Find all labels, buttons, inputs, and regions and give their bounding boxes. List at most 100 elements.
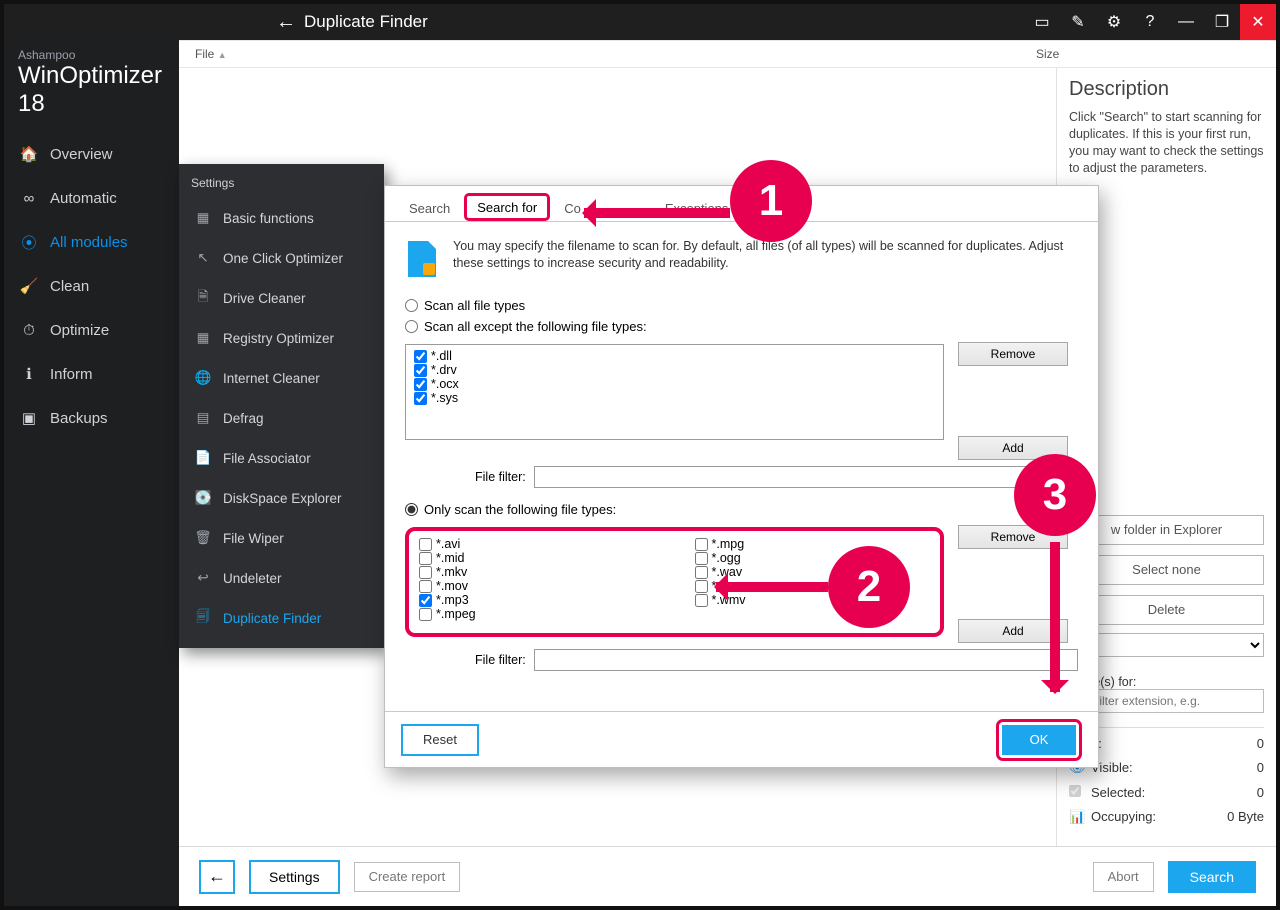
tab-search-for[interactable]: Search for: [464, 193, 550, 221]
bottom-back-button[interactable]: ←: [199, 860, 235, 894]
bottom-abort-button[interactable]: Abort: [1093, 862, 1154, 892]
only-filter-input[interactable]: [534, 649, 1078, 671]
back-arrow[interactable]: ←: [268, 11, 304, 34]
stat-visible-label: Visible:: [1091, 760, 1251, 775]
modules-icon: ⦿: [20, 233, 38, 251]
sidebar-item-all-modules[interactable]: ⦿ All modules: [4, 220, 179, 264]
annotation-bubble-3: 3: [1014, 454, 1096, 536]
drive-icon: 🗎: [193, 288, 213, 308]
sidebar-label: Automatic: [50, 190, 117, 207]
clean-icon: 🧹: [20, 277, 38, 295]
sidebar: Ashampoo WinOptimizer 18 🏠 Overview ∞ Auto…: [4, 40, 179, 906]
help-icon[interactable]: ?: [1132, 4, 1168, 40]
sidebar-item-inform[interactable]: ℹ Inform: [4, 352, 179, 396]
except-list[interactable]: *.dll *.drv *.ocx *.sys: [405, 344, 944, 440]
bottom-search-button[interactable]: Search: [1168, 861, 1256, 893]
notes-icon[interactable]: ✎: [1060, 4, 1096, 40]
sidebar-item-optimize[interactable]: ⏱Optimize: [4, 308, 179, 352]
disk-icon: 💽: [193, 488, 213, 508]
stat-selected-icon: [1069, 785, 1085, 800]
sidebar-label: Optimize: [50, 322, 109, 339]
module-label: One Click Optimizer: [223, 251, 343, 266]
sidebar-item-clean[interactable]: 🧹Clean: [4, 264, 179, 308]
bottom-toolbar: ← Settings Create report Abort Search: [179, 846, 1276, 906]
module-label: Drive Cleaner: [223, 291, 306, 306]
dialog-reset-button[interactable]: Reset: [401, 724, 479, 756]
brand: Ashampoo WinOptimizer 18: [4, 40, 179, 132]
sidebar-label: All modules: [50, 234, 128, 251]
module-label: Duplicate Finder: [223, 611, 321, 626]
minimize-button[interactable]: —: [1168, 4, 1204, 40]
radio-scan-only[interactable]: Only scan the following file types:: [405, 502, 1078, 517]
stat-visible-value: 0: [1257, 760, 1264, 775]
module-drive-cleaner[interactable]: 🗎 Drive Cleaner: [179, 278, 384, 318]
radio-scan-except[interactable]: Scan all except the following file types…: [405, 319, 1078, 334]
radio-scan-all[interactable]: Scan all file types: [405, 298, 1078, 313]
file-assoc-icon: 📄: [193, 448, 213, 468]
window-title: Duplicate Finder: [304, 12, 1024, 32]
cursor-icon: ↖: [193, 248, 213, 268]
sidebar-label: Overview: [50, 146, 113, 163]
annotation-bubble-2: 2: [828, 546, 910, 628]
duplicate-icon: 🗐: [193, 608, 213, 628]
inform-icon: ℹ: [20, 365, 38, 383]
annotation-arrow-2: [716, 582, 828, 592]
dialog-info-text: You may specify the filename to scan for…: [453, 238, 1078, 280]
sidebar-item-overview[interactable]: 🏠 Overview: [4, 132, 179, 176]
list-header: File ▲ Size: [179, 40, 1276, 68]
stat-selected-label: Selected:: [1091, 785, 1251, 800]
stat-d-value: 0: [1257, 736, 1264, 751]
module-one-click-optimizer[interactable]: ↖ One Click Optimizer: [179, 238, 384, 278]
module-label: Registry Optimizer: [223, 331, 334, 346]
settings-gear-icon[interactable]: ⚙: [1096, 4, 1132, 40]
dialog-ok-button[interactable]: OK: [1002, 725, 1076, 755]
module-basic-functions[interactable]: ▦Basic functions: [179, 198, 384, 238]
sidebar-label: Inform: [50, 366, 93, 383]
module-file-associator[interactable]: 📄 File Associator: [179, 438, 384, 478]
ok-highlight: OK: [996, 719, 1082, 761]
module-registry-optimizer[interactable]: ▦Registry Optimizer: [179, 318, 384, 358]
bottom-create-report-button[interactable]: Create report: [354, 862, 461, 892]
module-file-wiper[interactable]: 🗑 File Wiper: [179, 518, 384, 558]
defrag-icon: ▤: [193, 408, 213, 428]
feedback-icon[interactable]: ▭: [1024, 4, 1060, 40]
brand-big: WinOptimizer 18: [18, 62, 165, 118]
description-text: Click "Search" to start scanning for dup…: [1069, 109, 1264, 177]
annotation-arrow-1: [584, 208, 730, 218]
sidebar-item-automatic[interactable]: ∞ Automatic: [4, 176, 179, 220]
bottom-settings-button[interactable]: Settings: [249, 860, 340, 894]
stat-selected-value: 0: [1257, 785, 1264, 800]
backups-icon: ▣: [20, 409, 38, 427]
module-label: DiskSpace Explorer: [223, 491, 342, 506]
module-diskspace-explorer[interactable]: 💽 DiskSpace Explorer: [179, 478, 384, 518]
description-title: Description: [1069, 78, 1264, 101]
stat-occupying-label: Occupying:: [1091, 809, 1221, 824]
module-label: File Associator: [223, 451, 311, 466]
grid-icon: ▦: [193, 208, 213, 228]
close-button[interactable]: ✕: [1240, 4, 1276, 40]
module-label: Defrag: [223, 411, 264, 426]
undelete-icon: ↩: [193, 568, 213, 588]
module-label: File Wiper: [223, 531, 284, 546]
automatic-icon: ∞: [20, 189, 38, 207]
module-undeleter[interactable]: ↩ Undeleter: [179, 558, 384, 598]
maximize-button[interactable]: ❐: [1204, 4, 1240, 40]
module-defrag[interactable]: ▤ Defrag: [179, 398, 384, 438]
except-remove-button[interactable]: Remove: [958, 342, 1068, 366]
column-file[interactable]: File ▲: [195, 47, 1036, 61]
module-internet-cleaner[interactable]: 🌐Internet Cleaner: [179, 358, 384, 398]
file-info-icon: [405, 238, 439, 280]
module-duplicate-finder[interactable]: 🗐 Duplicate Finder: [179, 598, 384, 638]
trash-icon: 🗑: [193, 528, 213, 548]
home-icon: 🏠: [20, 145, 38, 163]
module-label: Undeleter: [223, 571, 282, 586]
stat-d-label: d:: [1091, 736, 1251, 751]
annotation-bubble-1: 1: [730, 160, 812, 242]
sidebar-item-backups[interactable]: ▣Backups: [4, 396, 179, 440]
tab-search[interactable]: Search: [399, 195, 460, 221]
column-size[interactable]: Size: [1036, 47, 1276, 61]
filter-label: File filter:: [475, 470, 526, 484]
except-filter-input[interactable]: [534, 466, 1078, 488]
filter-label: File filter:: [475, 653, 526, 667]
except-filter-row: File filter:: [405, 466, 1078, 488]
